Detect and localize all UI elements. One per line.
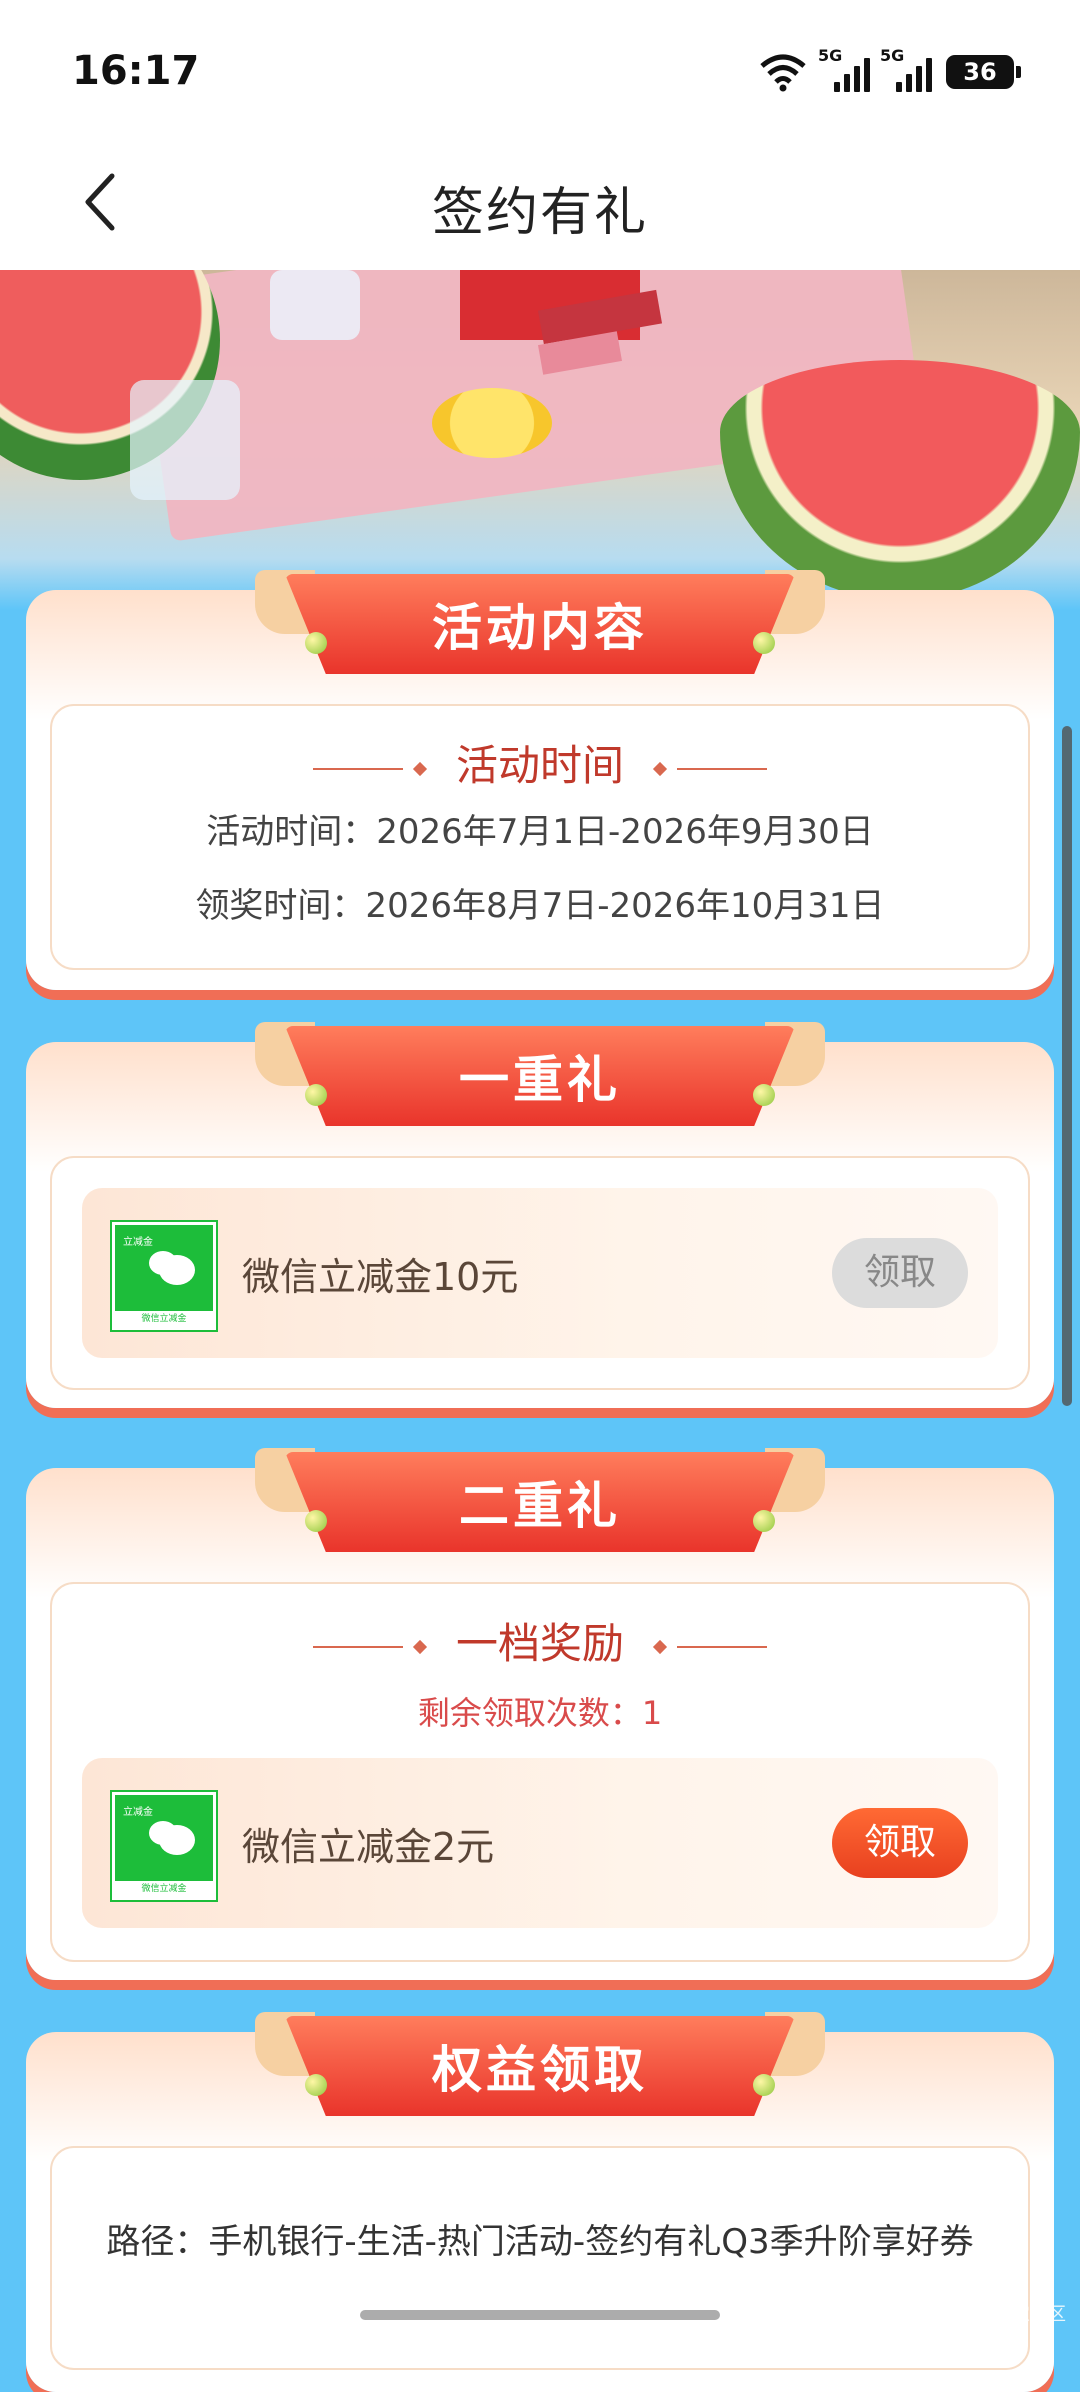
status-bar: 16:17 5G 5G 36: [0, 0, 1080, 140]
activity-time-heading: 活动时间: [52, 732, 1028, 793]
wechat-voucher-icon: 立减金 微信立减金: [112, 1222, 216, 1330]
reward-row: 立减金 微信立减金 微信立减金10元 领取: [82, 1188, 998, 1358]
remaining-count: 剩余领取次数：1: [417, 1694, 663, 1732]
status-time: 16:17: [72, 48, 200, 94]
claim-time-text: 领奖时间：2026年8月7日-2026年10月31日: [195, 886, 885, 926]
gift-two-panel: 二重礼 一档奖励 剩余领取次数：1 立减金 微信立减金 微信立减金2元 领取: [26, 1448, 1054, 1980]
panel-title: 活动内容: [432, 599, 648, 657]
panel-title: 权益领取: [432, 2041, 648, 2099]
panel-title: 二重礼: [459, 1477, 621, 1535]
claim-button[interactable]: 领取: [832, 1238, 968, 1308]
reward-label: 微信立减金2元: [242, 1825, 495, 1869]
gift-one-panel: 一重礼 立减金 微信立减金 微信立减金10元 领取: [26, 1022, 1054, 1408]
panel-header: 一重礼: [255, 1022, 825, 1126]
status-icons: 5G 5G 36: [758, 46, 1021, 92]
panel-title: 一重礼: [459, 1051, 621, 1109]
wechat-voucher-icon: 立减金 微信立减金: [112, 1792, 216, 1900]
activity-time-text: 活动时间：2026年7月1日-2026年9月30日: [206, 812, 874, 852]
home-indicator[interactable]: [360, 2310, 720, 2320]
banner-image: [0, 270, 1080, 610]
panel-header: 二重礼: [255, 1448, 825, 1552]
watermark: 卡农社区: [994, 2304, 1066, 2325]
scrollbar[interactable]: [1062, 726, 1072, 1406]
battery-icon: 36: [946, 55, 1021, 89]
claim-button[interactable]: 领取: [832, 1808, 968, 1878]
gift-two-box: 一档奖励 剩余领取次数：1 立减金 微信立减金 微信立减金2元 领取: [50, 1582, 1030, 1962]
wifi-icon: [760, 54, 806, 92]
reward-label: 微信立减金10元: [242, 1255, 519, 1299]
rights-claim-panel: 权益领取 路径：手机银行-生活-热门活动-签约有礼Q3季升阶享好券: [26, 2012, 1054, 2392]
nav-bar: 签约有礼: [0, 140, 1080, 270]
tier-heading: 一档奖励: [52, 1610, 1028, 1671]
cellular-signal-icon-2: 5G: [880, 46, 932, 92]
panel-header: 权益领取: [255, 2012, 825, 2116]
reward-row: 立减金 微信立减金 微信立减金2元 领取: [82, 1758, 998, 1928]
activity-info-box: 活动时间 活动时间：2026年7月1日-2026年9月30日 领奖时间：2026…: [50, 704, 1030, 970]
cellular-signal-icon: 5G: [818, 46, 870, 92]
rights-info-box: 路径：手机银行-生活-热门活动-签约有礼Q3季升阶享好券: [50, 2146, 1030, 2370]
page-title: 签约有礼: [431, 183, 648, 243]
path-text: 路径：手机银行-生活-热门活动-签约有礼Q3季升阶享好券: [106, 2222, 974, 2262]
activity-content-panel: 活动内容 活动时间 活动时间：2026年7月1日-2026年9月30日 领奖时间…: [26, 570, 1054, 990]
panel-header: 活动内容: [255, 570, 825, 674]
gift-one-box: 立减金 微信立减金 微信立减金10元 领取: [50, 1156, 1030, 1390]
